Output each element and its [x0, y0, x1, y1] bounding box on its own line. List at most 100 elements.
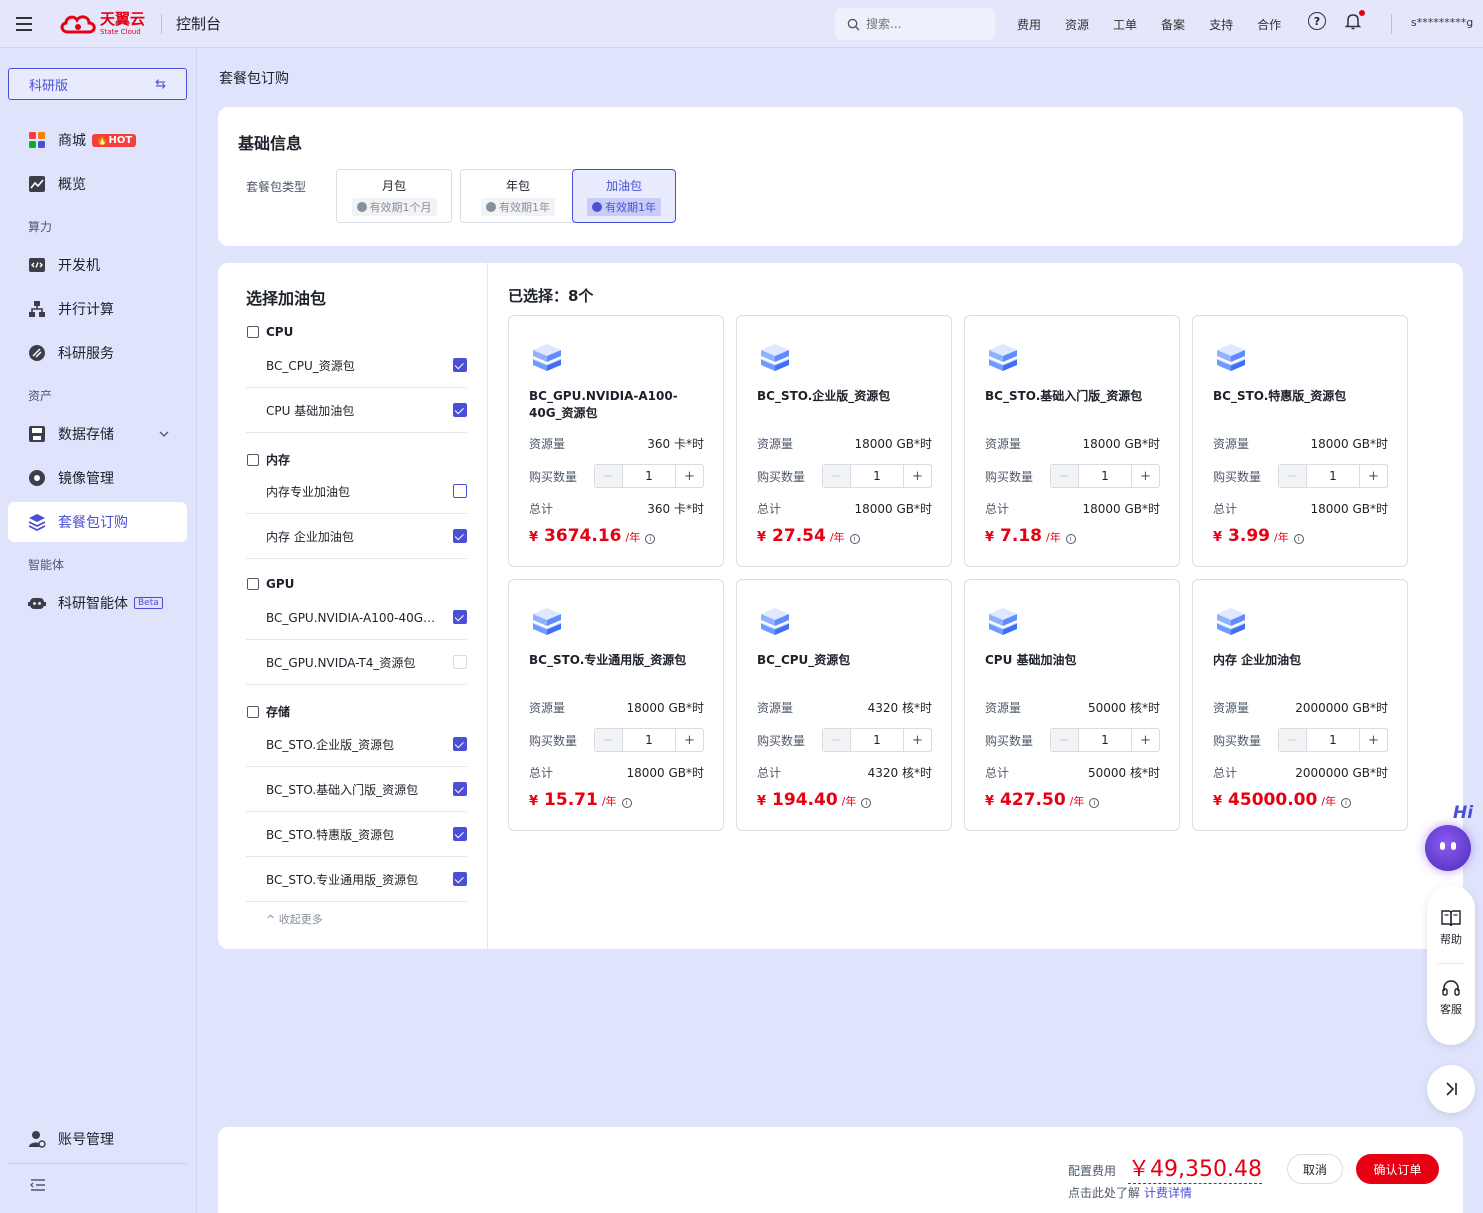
plus-button[interactable]: + [1131, 465, 1159, 487]
package-option-addon[interactable]: 加油包 有效期1年 [572, 169, 676, 223]
search-input[interactable] [866, 17, 986, 31]
option-row[interactable]: 内存专业加油包 [246, 469, 467, 514]
option-checkbox[interactable] [453, 403, 467, 417]
package-option-monthly[interactable]: 月包 有效期1个月 [336, 169, 452, 223]
collapse-sidebar-icon[interactable] [30, 1178, 46, 1196]
plus-button[interactable]: + [1131, 729, 1159, 751]
package-option-yearly[interactable]: 年包 有效期1年 [460, 169, 576, 223]
minus-button[interactable]: − [823, 465, 851, 487]
option-checkbox[interactable] [453, 484, 467, 498]
quantity-stepper[interactable]: − 1 + [822, 464, 932, 488]
info-icon[interactable]: i [1293, 534, 1304, 544]
option-row[interactable]: BC_CPU_资源包 [246, 343, 467, 388]
minus-button[interactable]: − [595, 729, 623, 751]
console-title[interactable]: 控制台 [176, 13, 221, 34]
sidebar-item-image-mgmt[interactable]: 镜像管理 [8, 458, 187, 498]
quantity-value[interactable]: 1 [623, 733, 675, 747]
info-icon[interactable]: i [1089, 798, 1100, 808]
nav-tickets[interactable]: 工单 [1113, 16, 1137, 33]
plus-button[interactable]: + [1359, 465, 1387, 487]
minus-button[interactable]: − [595, 465, 623, 487]
option-checkbox[interactable] [453, 872, 467, 886]
quantity-stepper[interactable]: − 1 + [1278, 464, 1388, 488]
minus-button[interactable]: − [1279, 465, 1307, 487]
nav-partner[interactable]: 合作 [1257, 16, 1281, 33]
nav-resources[interactable]: 资源 [1065, 16, 1089, 33]
collapse-panel-button[interactable] [1427, 1065, 1475, 1113]
sidebar-item-overview[interactable]: 概览 [8, 164, 187, 204]
sidebar-item-account[interactable]: 账号管理 [8, 1119, 187, 1159]
nav-filing[interactable]: 备案 [1161, 16, 1185, 33]
minus-button[interactable]: − [823, 729, 851, 751]
nav-fees[interactable]: 费用 [1017, 16, 1041, 33]
plus-button[interactable]: + [903, 465, 931, 487]
minus-button[interactable]: − [1051, 729, 1079, 751]
quantity-value[interactable]: 1 [851, 733, 903, 747]
nav-support[interactable]: 支持 [1209, 16, 1233, 33]
resource-row: 资源量 360 卡*时 [529, 435, 704, 452]
quantity-stepper[interactable]: − 1 + [822, 728, 932, 752]
info-icon[interactable]: i [621, 798, 632, 808]
logo-en: State Cloud [100, 27, 141, 36]
info-icon[interactable]: i [1341, 798, 1352, 808]
plus-button[interactable]: + [675, 729, 703, 751]
plus-button[interactable]: + [675, 465, 703, 487]
quantity-stepper[interactable]: − 1 + [1278, 728, 1388, 752]
quantity-value[interactable]: 1 [1079, 733, 1131, 747]
option-row[interactable]: BC_STO.基础入门版_资源包 [246, 767, 467, 812]
option-checkbox[interactable] [453, 737, 467, 751]
quantity-stepper[interactable]: − 1 + [1050, 728, 1160, 752]
help-button[interactable]: 帮助 [1427, 909, 1475, 947]
option-checkbox[interactable] [453, 782, 467, 796]
info-icon[interactable]: i [849, 534, 860, 544]
option-row[interactable]: BC_STO.特惠版_资源包 [246, 812, 467, 857]
plus-button[interactable]: + [1359, 729, 1387, 751]
option-row[interactable]: BC_STO.企业版_资源包 [246, 722, 467, 767]
option-checkbox[interactable] [453, 529, 467, 543]
sidebar-item-devbox[interactable]: 开发机 [8, 245, 187, 285]
menu-icon[interactable] [0, 0, 48, 48]
quantity-value[interactable]: 1 [851, 469, 903, 483]
quantity-value[interactable]: 1 [1079, 469, 1131, 483]
user-name[interactable]: s*********g [1411, 16, 1473, 29]
logo[interactable]: 天翼云 State Cloud [58, 11, 145, 36]
quantity-value[interactable]: 1 [1307, 469, 1359, 483]
cancel-button[interactable]: 取消 [1287, 1154, 1343, 1184]
option-row[interactable]: 内存 企业加油包 [246, 514, 467, 559]
minus-button[interactable]: − [1279, 729, 1307, 751]
billing-details-link[interactable]: 计费详情 [1144, 1186, 1192, 1200]
minus-button[interactable]: − [1051, 465, 1079, 487]
plus-button[interactable]: + [903, 729, 931, 751]
option-checkbox[interactable] [453, 358, 467, 372]
sidebar-item-data-storage[interactable]: 数据存储 [8, 414, 187, 454]
validity-text: 有效期1年 [499, 200, 550, 214]
quantity-value[interactable]: 1 [623, 469, 675, 483]
info-icon[interactable]: i [645, 534, 656, 544]
quantity-value[interactable]: 1 [1307, 733, 1359, 747]
search-box[interactable] [835, 8, 995, 40]
sidebar-item-parallel[interactable]: 并行计算 [8, 289, 187, 329]
option-checkbox[interactable] [453, 827, 467, 841]
ai-assistant-button[interactable] [1425, 825, 1471, 871]
sidebar-item-research-service[interactable]: 科研服务 [8, 333, 187, 373]
option-checkbox[interactable] [453, 610, 467, 624]
bell-icon[interactable] [1344, 10, 1365, 30]
info-icon[interactable]: i [1065, 534, 1076, 544]
info-icon[interactable]: i [861, 798, 872, 808]
option-row[interactable]: BC_STO.专业通用版_资源包 [246, 857, 467, 902]
quantity-stepper[interactable]: − 1 + [594, 728, 704, 752]
sidebar-item-mall[interactable]: 商城 🔥HOT [8, 120, 187, 160]
sidebar-item-research-agent[interactable]: 科研智能体 Beta [8, 583, 187, 623]
confirm-order-button[interactable]: 确认订单 [1356, 1154, 1439, 1184]
total-label: 总计 [1213, 766, 1238, 780]
quantity-stepper[interactable]: − 1 + [594, 464, 704, 488]
option-row[interactable]: BC_GPU.NVIDIA-A100-40G_资源包 [246, 595, 467, 640]
sidebar-item-package-order[interactable]: 套餐包订购 [8, 502, 187, 542]
chevron-down-icon[interactable] [159, 429, 169, 440]
help-icon[interactable]: ? [1308, 12, 1326, 30]
collapse-more-link[interactable]: ^ 收起更多 [266, 911, 323, 927]
quantity-stepper[interactable]: − 1 + [1050, 464, 1160, 488]
customer-service-button[interactable]: 客服 [1427, 979, 1475, 1017]
option-row[interactable]: CPU 基础加油包 [246, 388, 467, 433]
edition-switch-button[interactable]: 科研版 ⇆ [8, 68, 187, 100]
